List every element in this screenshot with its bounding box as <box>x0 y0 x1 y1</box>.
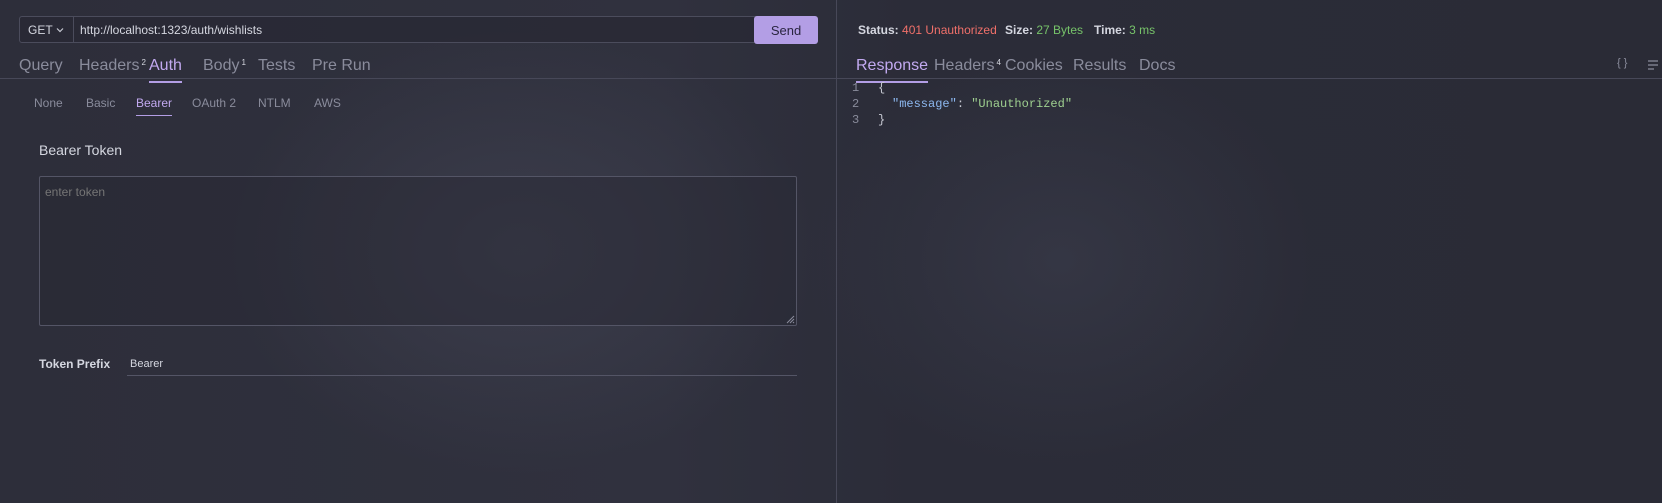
resize-grip-icon[interactable] <box>786 315 795 324</box>
size-info: Size: 27 Bytes <box>1005 23 1083 37</box>
method-value: GET <box>28 22 53 37</box>
tab-label: Tests <box>258 57 296 74</box>
tab-label: Headers <box>79 57 140 74</box>
status-info: Status: 401 Unauthorized <box>858 23 997 37</box>
send-button[interactable]: Send <box>754 16 818 44</box>
tab-badge: 1 <box>241 58 246 67</box>
status-value: 401 Unauthorized <box>902 23 997 37</box>
tab-label: Pre Run <box>312 57 371 74</box>
auth-type-oauth2[interactable]: OAuth 2 <box>192 96 236 110</box>
auth-type-none[interactable]: None <box>34 96 63 110</box>
tab-label: Cookies <box>1005 57 1063 74</box>
tab-results[interactable]: Results <box>1073 57 1126 75</box>
tab-label: Query <box>19 57 63 74</box>
code-line: 3 } <box>852 112 1072 128</box>
line-number: 2 <box>852 97 860 111</box>
tab-body[interactable]: Body 1 <box>203 57 246 75</box>
url-bar: GET <box>19 16 817 43</box>
token-prefix-label: Token Prefix <box>39 357 111 371</box>
auth-type-basic[interactable]: Basic <box>86 96 115 110</box>
status-label: Status: <box>858 23 899 37</box>
pane-divider[interactable] <box>836 0 837 503</box>
tab-badge: 4 <box>996 58 1001 67</box>
tabs-divider <box>0 78 836 79</box>
tab-auth[interactable]: Auth <box>149 57 182 83</box>
braces-icon[interactable]: { } <box>1617 57 1627 69</box>
method-select[interactable]: GET <box>20 17 74 42</box>
token-prefix-input[interactable] <box>127 352 797 376</box>
line-number: 1 <box>852 81 860 95</box>
json-key: "message" <box>892 97 957 111</box>
response-body: 1 { 2 "message" : "Unauthorized" 3 } <box>852 80 1072 128</box>
url-input[interactable] <box>74 17 816 42</box>
chevron-down-icon <box>56 27 64 32</box>
wrap-lines-icon[interactable] <box>1647 59 1659 71</box>
tab-label: Body <box>203 57 240 74</box>
tab-label: Response <box>856 57 929 74</box>
tab-label: Headers <box>934 57 995 74</box>
size-label: Size: <box>1005 23 1034 37</box>
json-punct: { <box>878 81 886 95</box>
time-label: Time: <box>1094 23 1126 37</box>
auth-type-bearer[interactable]: Bearer <box>136 96 173 116</box>
tab-response-headers[interactable]: Headers 4 <box>934 57 1001 75</box>
time-value: 3 ms <box>1129 23 1156 37</box>
tab-label: Auth <box>149 57 182 74</box>
response-tabs-divider <box>837 78 1662 79</box>
size-value: 27 Bytes <box>1036 23 1084 37</box>
json-punct: : <box>956 97 972 111</box>
tab-headers[interactable]: Headers 2 <box>79 57 146 75</box>
auth-type-ntlm[interactable]: NTLM <box>258 96 291 110</box>
line-number: 3 <box>852 113 860 127</box>
tab-label: Docs <box>1139 57 1176 74</box>
tab-docs[interactable]: Docs <box>1139 57 1175 75</box>
api-client-app: GET Send Query Headers2 Auth Body1 Tests… <box>0 0 1662 503</box>
json-punct: } <box>878 113 886 127</box>
tab-response[interactable]: Response <box>856 57 929 83</box>
bearer-token-input[interactable] <box>39 176 797 326</box>
tab-query[interactable]: Query <box>19 57 63 75</box>
code-line: 1 { <box>852 80 1072 96</box>
json-string: "Unauthorized" <box>971 97 1073 111</box>
tab-tests[interactable]: Tests <box>258 57 295 75</box>
tab-cookies[interactable]: Cookies <box>1005 57 1063 75</box>
request-pane: GET Send Query Headers2 Auth Body1 Tests… <box>0 0 836 503</box>
code-line: 2 "message" : "Unauthorized" <box>852 96 1072 112</box>
bearer-token-title: Bearer Token <box>39 142 123 158</box>
tab-pre-run[interactable]: Pre Run <box>312 57 371 75</box>
tab-label: Results <box>1073 57 1127 74</box>
tab-badge: 2 <box>141 58 146 67</box>
auth-type-aws[interactable]: AWS <box>314 96 341 110</box>
time-info: Time: 3 ms <box>1094 23 1155 37</box>
